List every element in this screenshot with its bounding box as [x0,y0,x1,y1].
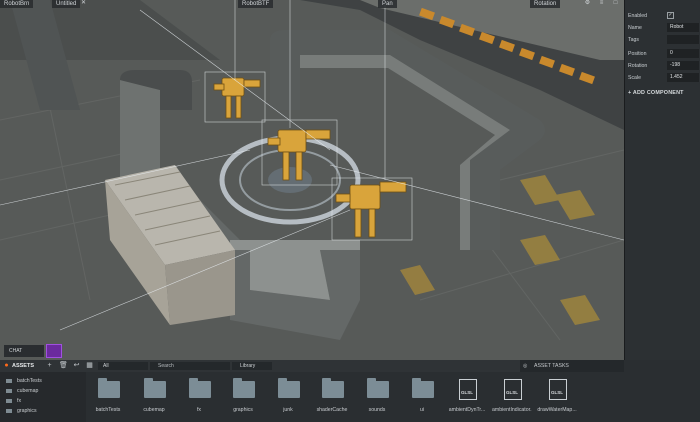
viewport-tab-untitled[interactable]: Untitled [52,0,81,8]
asset-label: ui [419,407,425,413]
avatar[interactable] [46,344,62,358]
tree-item-label: fx [17,398,22,404]
glsl-file-icon: GLSL [459,379,477,400]
asset-tree: batchTests cubemap fx graphics [0,372,86,422]
asset-item[interactable]: batchTests [88,378,128,418]
asset-label: shaderCache [316,407,348,413]
folder-icon [6,378,12,383]
add-component-label: ADD COMPONENT [632,90,684,96]
viewport-tab-pan[interactable]: Pan [378,0,397,8]
scale-field[interactable]: 1.452 [667,73,699,82]
inspector-row-name: Name Robot [625,22,700,34]
asset-item[interactable]: GLSL drawWaterMap... [537,378,577,418]
grid-view-icon[interactable]: ▦ [85,361,94,370]
viewport-tab-rotation[interactable]: Rotation [530,0,561,8]
folder-icon [233,378,255,398]
assets-icon: ● [4,362,9,369]
filter-dropdown[interactable]: All [98,362,148,370]
tags-label: Tags [628,37,639,43]
asset-label: drawWaterMap... [537,407,577,413]
glsl-tag: GLSL [506,390,518,395]
folder-icon [6,398,12,403]
viewport-close-icon[interactable]: ✕ [80,0,87,7]
inspector-row-rotation: Rotation -198 [625,60,700,72]
enabled-label: Enabled [628,13,648,19]
tree-item-label: batchTests [17,378,42,384]
asset-tasks-tab[interactable]: ◎ ASSET TASKS [520,360,624,372]
assets-title: ASSETS [12,363,35,369]
folder-icon [144,378,166,398]
position-label: Position [628,51,647,57]
folder-icon [322,378,344,398]
folder-icon [367,378,389,398]
inspector-panel: Enabled ✓ Name Robot Tags Position 0 Rot… [624,0,700,360]
back-icon[interactable]: ↩ [72,361,81,370]
asset-label: batchTests [95,407,121,413]
search-input[interactable]: Search [150,362,230,370]
enabled-checkbox[interactable]: ✓ [667,12,674,19]
asset-label: ambientDynTr... [448,407,486,413]
tree-item-batchtests[interactable]: batchTests [6,378,42,387]
tree-item-label: graphics [17,408,37,414]
folder-icon [98,378,120,398]
settings-icon[interactable]: ⚙ [584,0,591,7]
maximize-icon[interactable]: □ [612,0,619,7]
inspector-row-scale: Scale 1.452 [625,72,700,84]
scene-viewport[interactable]: RobotBrn Untitled ✕ RobotBTF Pan Rotatio… [0,0,624,360]
rotation-field[interactable]: -198 [667,61,699,70]
glsl-tag: GLSL [551,390,563,395]
asset-item[interactable]: graphics [223,378,263,418]
asset-label: sounds [368,407,386,413]
add-asset-icon[interactable]: + [45,361,54,370]
asset-label: fx [196,407,202,413]
menu-icon[interactable]: ≡ [598,0,605,7]
inspector-row-position: Position 0 [625,48,700,60]
folder-icon [189,378,211,398]
chat-label: CHAT [9,348,23,354]
asset-item[interactable]: junk [268,378,308,418]
asset-label: ambientIndicator... [492,407,532,413]
folder-icon [6,408,12,413]
add-component-button[interactable]: + ADD COMPONENT [628,90,684,96]
asset-label: graphics [233,407,253,413]
asset-item[interactable]: shaderCache [312,378,352,418]
tree-item-cubemap[interactable]: cubemap [6,388,38,397]
folder-icon [278,378,300,398]
scale-label: Scale [628,75,641,81]
name-field[interactable]: Robot [667,23,699,32]
asset-item[interactable]: ui [402,378,442,418]
viewport-tab-robotbtf[interactable]: RobotBTF [238,0,274,8]
asset-item[interactable]: GLSL ambientIndicator... [492,378,532,418]
name-label: Name [628,25,642,31]
asset-tasks-icon: ◎ [523,363,528,369]
library-button[interactable]: Library [232,362,272,370]
tree-item-graphics[interactable]: graphics [6,408,37,417]
asset-item[interactable]: GLSL ambientDynTr... [447,378,487,418]
position-field[interactable]: 0 [667,49,699,58]
folder-icon [412,378,434,398]
asset-item[interactable]: fx [179,378,219,418]
delete-asset-icon[interactable]: 🗑 [59,361,68,370]
tree-item-label: cubemap [17,388,39,394]
scene-render [0,0,624,360]
glsl-tag: GLSL [461,390,473,395]
rotation-label: Rotation [628,63,648,69]
asset-label: cubemap [143,407,165,413]
tags-field[interactable] [667,35,699,44]
chat-tab[interactable]: CHAT [4,345,44,357]
asset-tasks-label: ASSET TASKS [534,363,569,369]
assets-toolbar: ● ASSETS + 🗑 ↩ ▦ All Search Library [0,360,520,372]
viewport-tab-robot[interactable]: RobotBrn [0,0,34,8]
inspector-row-enabled: Enabled ✓ [625,10,700,22]
glsl-file-icon: GLSL [549,379,567,400]
tree-item-fx[interactable]: fx [6,398,21,407]
asset-label: junk [283,407,293,413]
asset-item[interactable]: cubemap [134,378,174,418]
glsl-file-icon: GLSL [504,379,522,400]
asset-item[interactable]: sounds [357,378,397,418]
inspector-row-tags: Tags [625,34,700,46]
folder-icon [6,388,12,393]
